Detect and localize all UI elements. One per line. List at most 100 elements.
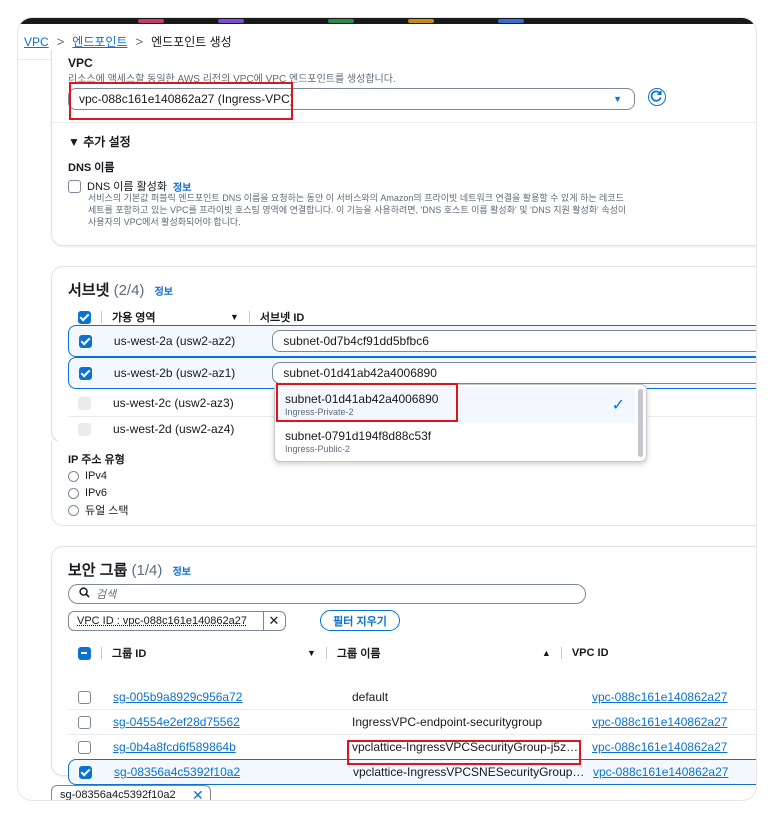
sg-row-checkbox[interactable] (78, 715, 91, 729)
sort-caret-up-icon[interactable]: ▲ (542, 648, 551, 658)
sg-vpc-link[interactable]: vpc-088c161e140862a27 (593, 765, 728, 779)
remove-filter-icon[interactable]: ✕ (263, 612, 284, 630)
selected-sg-token-label: sg-08356a4c5392f10a2 (60, 789, 176, 800)
dropdown-option-id: subnet-0791d194f8d88c53f (285, 429, 432, 443)
sort-caret-icon[interactable]: ▼ (230, 312, 239, 322)
subnet-az: us-west-2c (usw2-az3) (113, 396, 234, 410)
sg-title: 보안 그룹 (68, 562, 128, 579)
subnet-row-checkbox[interactable] (79, 334, 92, 348)
sg-id-link[interactable]: sg-005b9a8929c956a72 (113, 690, 352, 704)
filter-token-label: VPC ID : vpc-088c161e140862a27 (77, 615, 248, 627)
ip-type-title: IP 주소 유형 (68, 454, 125, 466)
dns-title: DNS 이름 (68, 162, 115, 174)
app-window: VPC > 엔드포인트 > 엔드포인트 생성 VPC 리소스에 액세스할 동일한… (18, 18, 756, 800)
subnet-az: us-west-2b (usw2-az1) (113, 366, 236, 380)
subnets-select-all-checkbox[interactable] (78, 310, 91, 324)
ip-type-option-label: IPv4 (85, 470, 108, 482)
subnet-select[interactable]: subnet-01d41ab42a4006890 (272, 362, 756, 384)
vpc-description: 리소스에 액세스할 동일한 AWS 리전의 VPC에 VPC 엔드포인트를 생성… (68, 74, 396, 85)
sg-count: (1/4) (131, 562, 163, 579)
search-icon (79, 587, 90, 601)
sg-vpc-link[interactable]: vpc-088c161e140862a27 (592, 690, 727, 704)
sg-table-header: 그룹 ID ▼ 그룹 이름 ▲ VPC ID (78, 645, 756, 661)
col-subnet-id: 서브넷 ID (259, 312, 305, 324)
subnets-table-header: 가용 영역 ▼ 서브넷 ID (78, 309, 756, 325)
dropdown-option[interactable]: subnet-0791d194f8d88c53f Ingress-Public-… (275, 425, 635, 459)
additional-settings-toggle[interactable]: ▼ 추가 설정 (68, 133, 131, 150)
refresh-icon[interactable] (648, 88, 666, 106)
sg-row-checkbox[interactable] (78, 740, 91, 754)
ip-type-option-label: IPv6 (85, 487, 108, 499)
breadcrumb-vpc-link[interactable]: VPC (24, 35, 49, 49)
vpc-title: VPC (68, 56, 93, 70)
sg-id-link[interactable]: sg-08356a4c5392f10a2 (114, 765, 353, 779)
breadcrumb-separator: > (56, 34, 65, 49)
breadcrumb-current: 엔드포인트 생성 (151, 35, 232, 49)
dropdown-scrollbar[interactable] (638, 389, 643, 457)
subnets-title: 서브넷 (68, 282, 110, 299)
col-group-id[interactable]: 그룹 ID (112, 645, 307, 661)
sg-vpc-link[interactable]: vpc-088c161e140862a27 (592, 740, 727, 754)
radio-ipv6[interactable] (68, 487, 79, 499)
sg-row-selected[interactable]: sg-08356a4c5392f10a2 vpclattice-IngressV… (68, 759, 756, 785)
subnet-row-checkbox[interactable] (79, 366, 92, 380)
col-availability-zone[interactable]: 가용 영역 (112, 309, 230, 325)
sg-row-checkbox[interactable] (78, 690, 91, 704)
filter-token: VPC ID : vpc-088c161e140862a27 ✕ (68, 611, 286, 631)
sort-caret-icon[interactable]: ▼ (307, 648, 316, 658)
subnets-count: (2/4) (113, 282, 145, 299)
sg-row-checkbox[interactable] (79, 765, 92, 779)
dropdown-option-name: Ingress-Private-2 (285, 407, 354, 417)
subnet-select-value: subnet-0d7b4cf91dd5bfbc6 (283, 334, 429, 348)
sg-id-link[interactable]: sg-0b4a8fcd6f589864b (113, 740, 352, 754)
dns-checkbox[interactable] (68, 179, 81, 193)
subnet-dropdown-menu: subnet-01d41ab42a4006890 Ingress-Private… (274, 384, 647, 462)
subnets-header: 서브넷 (2/4) 정보 (68, 279, 173, 300)
col-vpc-id: VPC ID (571, 647, 609, 659)
sg-header: 보안 그룹 (1/4) 정보 (68, 559, 191, 580)
vpc-select-value: vpc-088c161e140862a27 (Ingress-VPC) (79, 92, 294, 106)
sg-row[interactable]: sg-0b4a8fcd6f589864b vpclattice-IngressV… (68, 735, 756, 759)
radio-ipv4[interactable] (68, 470, 79, 482)
subnet-select[interactable]: subnet-0d7b4cf91dd5bfbc6 (272, 330, 756, 352)
security-groups-panel: 보안 그룹 (1/4) 정보 검색 VPC ID : vpc-088c161e1… (51, 546, 756, 785)
subnet-row[interactable]: us-west-2a (usw2-az2) subnet-0d7b4cf91dd… (68, 325, 756, 357)
sg-name: IngressVPC-endpoint-securitygroup (352, 715, 543, 729)
subnet-row-checkbox[interactable] (78, 422, 91, 436)
subnet-row-checkbox[interactable] (78, 396, 91, 410)
subnet-az: us-west-2d (usw2-az4) (113, 422, 235, 436)
dns-description: 서비스의 기본값 퍼블릭 엔드포인트 DNS 이름을 요청하는 동안 이 서비스… (88, 193, 627, 227)
ip-type-option[interactable]: 듀얼 스택 (68, 503, 129, 517)
breadcrumb-separator: > (135, 34, 144, 49)
clear-filter-button[interactable]: 필터 지우기 (320, 610, 400, 631)
vpc-select[interactable]: vpc-088c161e140862a27 (Ingress-VPC) ▼ (68, 88, 635, 110)
sg-info-link[interactable]: 정보 (173, 567, 191, 578)
sg-select-all-checkbox[interactable] (78, 646, 91, 660)
caret-down-icon: ▼ (613, 94, 622, 104)
ip-type-option-label: 듀얼 스택 (85, 505, 129, 517)
sg-name: vpclattice-IngressVPCSecurityGroup-j5z… (352, 740, 579, 754)
dropdown-option-name: Ingress-Public-2 (285, 444, 351, 454)
sg-row[interactable]: sg-005b9a8929c956a72 default vpc-088c161… (68, 685, 756, 709)
dropdown-option-selected[interactable]: subnet-01d41ab42a4006890 Ingress-Private… (275, 387, 635, 423)
ip-type-option[interactable]: IPv4 (68, 469, 107, 483)
ip-type-option[interactable]: IPv6 (68, 486, 107, 500)
search-placeholder: 검색 (96, 589, 117, 601)
remove-token-icon[interactable]: ✕ (192, 787, 204, 801)
radio-dualstack[interactable] (68, 504, 79, 516)
sg-vpc-link[interactable]: vpc-088c161e140862a27 (592, 715, 727, 729)
sg-name: default (352, 690, 389, 704)
subnet-select-value: subnet-01d41ab42a4006890 (283, 366, 437, 380)
subnets-info-link[interactable]: 정보 (155, 287, 173, 298)
vpc-panel: VPC 리소스에 액세스할 동일한 AWS 리전의 VPC에 VPC 엔드포인트… (51, 50, 756, 246)
subnet-az: us-west-2a (usw2-az2) (113, 334, 236, 348)
sg-row[interactable]: sg-04554e2ef28d75562 IngressVPC-endpoint… (68, 710, 756, 734)
col-group-name[interactable]: 그룹 이름 (337, 645, 542, 661)
selected-sg-token: sg-08356a4c5392f10a2 ✕ (51, 785, 211, 800)
sg-id-link[interactable]: sg-04554e2ef28d75562 (113, 715, 352, 729)
sg-search-input[interactable]: 검색 (68, 584, 586, 604)
sg-name: vpclattice-IngressVPCSNESecurityGroup… (353, 765, 585, 779)
check-icon: ✓ (611, 397, 625, 414)
dropdown-option-id: subnet-01d41ab42a4006890 (285, 392, 439, 406)
breadcrumb-endpoints-link[interactable]: 엔드포인트 (72, 33, 127, 50)
